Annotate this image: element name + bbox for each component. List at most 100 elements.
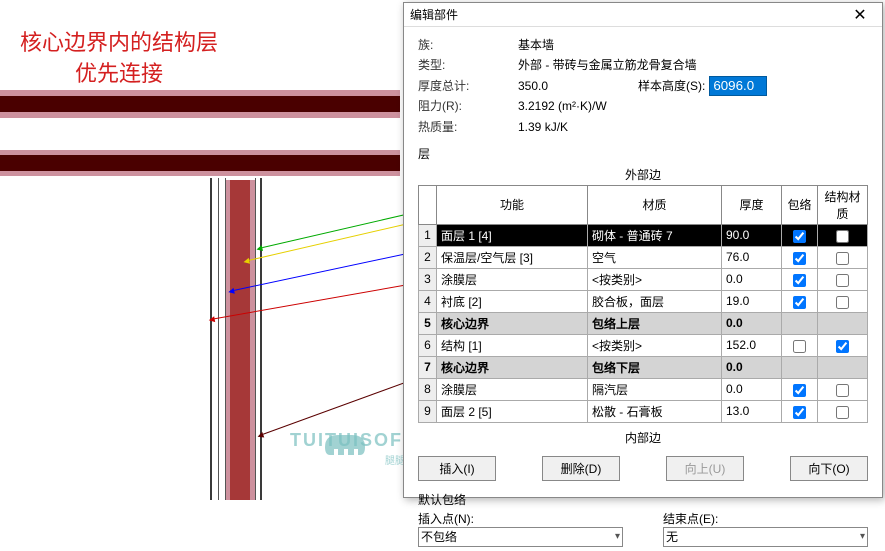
cell-wrap[interactable]: [782, 290, 818, 312]
cell-wrap[interactable]: [782, 312, 818, 334]
annotation-line1: 核心边界内的结构层: [20, 28, 218, 59]
layers-table[interactable]: 功能 材质 厚度 包络 结构材质 1面层 1 [4]砌体 - 普通砖 790.0…: [418, 185, 868, 423]
cell-material[interactable]: 包络上层: [587, 312, 721, 334]
checkbox[interactable]: [793, 340, 806, 353]
inner-side-label: 内部边: [418, 423, 868, 448]
cell-wrap[interactable]: [782, 378, 818, 400]
cell-structural[interactable]: [818, 312, 868, 334]
checkbox[interactable]: [836, 230, 849, 243]
table-row[interactable]: 6结构 [1]<按类别>152.0: [419, 334, 868, 356]
checkbox[interactable]: [836, 252, 849, 265]
end-point-select[interactable]: 无: [663, 527, 868, 547]
annotation-text: 核心边界内的结构层 优先连接: [20, 28, 218, 90]
cell-thickness[interactable]: 152.0: [722, 334, 782, 356]
cell-thickness[interactable]: 76.0: [722, 246, 782, 268]
cell-structural[interactable]: [818, 334, 868, 356]
table-row[interactable]: 1面层 1 [4]砌体 - 普通砖 790.0: [419, 224, 868, 246]
checkbox[interactable]: [793, 384, 806, 397]
cell-structural[interactable]: [818, 224, 868, 246]
cell-wrap[interactable]: [782, 246, 818, 268]
cell-function[interactable]: 保温层/空气层 [3]: [437, 246, 588, 268]
insert-point-select[interactable]: 不包络: [418, 527, 623, 547]
dialog-title: 编辑部件: [410, 6, 844, 23]
outer-side-label: 外部边: [418, 164, 868, 185]
cell-wrap[interactable]: [782, 224, 818, 246]
resistance-value: 3.2192 (m²·K)/W: [518, 96, 868, 116]
table-row[interactable]: 8涂膜层隔汽层0.0: [419, 378, 868, 400]
checkbox[interactable]: [836, 406, 849, 419]
checkbox[interactable]: [836, 296, 849, 309]
cell-structural[interactable]: [818, 378, 868, 400]
cell-function[interactable]: 衬底 [2]: [437, 290, 588, 312]
titlebar[interactable]: 编辑部件 ✕: [404, 3, 882, 27]
cell-structural[interactable]: [818, 290, 868, 312]
cell-wrap[interactable]: [782, 400, 818, 422]
cell-function[interactable]: 面层 2 [5]: [437, 400, 588, 422]
checkbox[interactable]: [836, 384, 849, 397]
cell-material[interactable]: <按类别>: [587, 334, 721, 356]
wall-horizontal-2: [0, 150, 400, 176]
checkbox[interactable]: [793, 252, 806, 265]
cell-material[interactable]: 胶合板，面层: [587, 290, 721, 312]
cell-thickness[interactable]: 0.0: [722, 268, 782, 290]
table-row[interactable]: 7核心边界包络下层0.0: [419, 356, 868, 378]
table-row[interactable]: 3涂膜层<按类别>0.0: [419, 268, 868, 290]
cell-wrap[interactable]: [782, 334, 818, 356]
table-row[interactable]: 5核心边界包络上层0.0: [419, 312, 868, 334]
cell-material[interactable]: <按类别>: [587, 268, 721, 290]
checkbox[interactable]: [793, 230, 806, 243]
checkbox[interactable]: [836, 274, 849, 287]
sample-height-input[interactable]: [709, 76, 767, 96]
row-index: 9: [419, 400, 437, 422]
col-function: 功能: [437, 185, 588, 224]
cell-function[interactable]: 涂膜层: [437, 268, 588, 290]
down-button[interactable]: 向下(O): [790, 456, 868, 481]
cell-structural[interactable]: [818, 356, 868, 378]
layers-section: 层 外部边 功能 材质 厚度 包络 结构材质 1面层 1 [4]砌体 - 普通砖…: [404, 141, 882, 450]
cell-thickness[interactable]: 0.0: [722, 378, 782, 400]
cell-structural[interactable]: [818, 268, 868, 290]
col-structural: 结构材质: [818, 185, 868, 224]
cell-function[interactable]: 核心边界: [437, 356, 588, 378]
cell-function[interactable]: 面层 1 [4]: [437, 224, 588, 246]
table-row[interactable]: 4衬底 [2]胶合板，面层19.0: [419, 290, 868, 312]
insert-point-label: 插入点(N):: [418, 510, 623, 527]
delete-button[interactable]: 删除(D): [542, 456, 620, 481]
cell-wrap[interactable]: [782, 268, 818, 290]
cell-thickness[interactable]: 13.0: [722, 400, 782, 422]
row-index: 4: [419, 290, 437, 312]
checkbox[interactable]: [793, 406, 806, 419]
cell-wrap[interactable]: [782, 356, 818, 378]
insert-button[interactable]: 插入(I): [418, 456, 496, 481]
cell-function[interactable]: 涂膜层: [437, 378, 588, 400]
up-button[interactable]: 向上(U): [666, 456, 744, 481]
cell-thickness[interactable]: 19.0: [722, 290, 782, 312]
cell-material[interactable]: 松散 - 石膏板: [587, 400, 721, 422]
checkbox[interactable]: [793, 296, 806, 309]
table-row[interactable]: 2保温层/空气层 [3]空气76.0: [419, 246, 868, 268]
cell-function[interactable]: 核心边界: [437, 312, 588, 334]
col-material: 材质: [587, 185, 721, 224]
wall-horizontal-1: [0, 90, 400, 118]
table-row[interactable]: 9面层 2 [5]松散 - 石膏板13.0: [419, 400, 868, 422]
cell-material[interactable]: 包络下层: [587, 356, 721, 378]
layers-title: 层: [418, 145, 868, 162]
cell-thickness[interactable]: 0.0: [722, 312, 782, 334]
cell-material[interactable]: 隔汽层: [587, 378, 721, 400]
checkbox[interactable]: [836, 340, 849, 353]
thickness-value: 350.0: [518, 76, 638, 96]
cell-thickness[interactable]: 0.0: [722, 356, 782, 378]
thermal-value: 1.39 kJ/K: [518, 117, 868, 137]
edit-assembly-dialog: 编辑部件 ✕ 族:基本墙 类型:外部 - 带砖与金属立筋龙骨复合墙 厚度总计: …: [403, 2, 883, 498]
cell-material[interactable]: 砌体 - 普通砖 7: [587, 224, 721, 246]
cell-function[interactable]: 结构 [1]: [437, 334, 588, 356]
close-button[interactable]: ✕: [844, 4, 876, 26]
cell-structural[interactable]: [818, 400, 868, 422]
cell-structural[interactable]: [818, 246, 868, 268]
end-point-label: 结束点(E):: [663, 510, 868, 527]
cell-material[interactable]: 空气: [587, 246, 721, 268]
family-value: 基本墙: [518, 35, 868, 55]
cell-thickness[interactable]: 90.0: [722, 224, 782, 246]
resistance-label: 阻力(R):: [418, 96, 518, 116]
checkbox[interactable]: [793, 274, 806, 287]
